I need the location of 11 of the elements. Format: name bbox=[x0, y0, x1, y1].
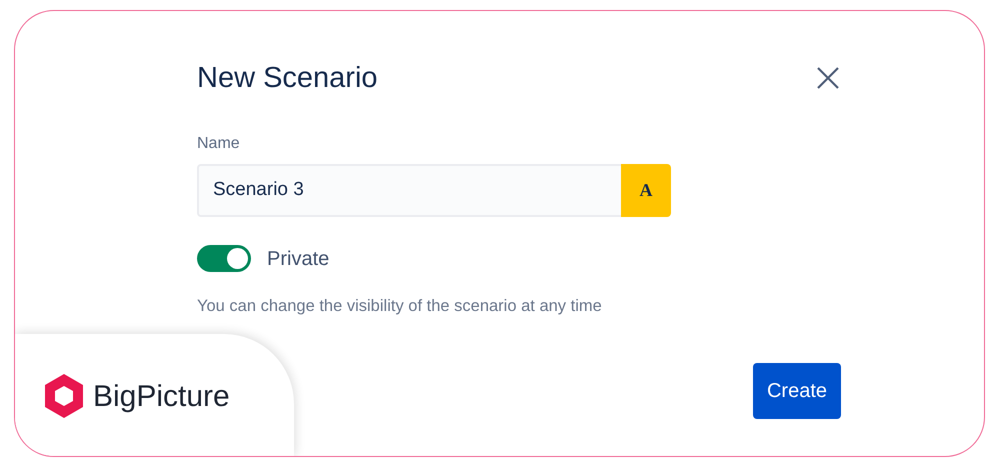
toggle-label: Private bbox=[267, 246, 330, 272]
name-field[interactable]: Scenario 3 bbox=[197, 164, 621, 217]
create-button[interactable]: Create bbox=[752, 362, 841, 419]
brand-name: BigPicture bbox=[93, 378, 230, 414]
logo-icon bbox=[43, 373, 85, 419]
close-icon[interactable] bbox=[815, 65, 841, 92]
help-text: You can change the visibility of the scenario at any time bbox=[197, 296, 603, 317]
dialog-title: New Scenario bbox=[197, 61, 378, 96]
field-label: Name bbox=[197, 134, 241, 154]
private-toggle[interactable] bbox=[197, 245, 251, 272]
avatar-badge: A bbox=[621, 164, 671, 217]
